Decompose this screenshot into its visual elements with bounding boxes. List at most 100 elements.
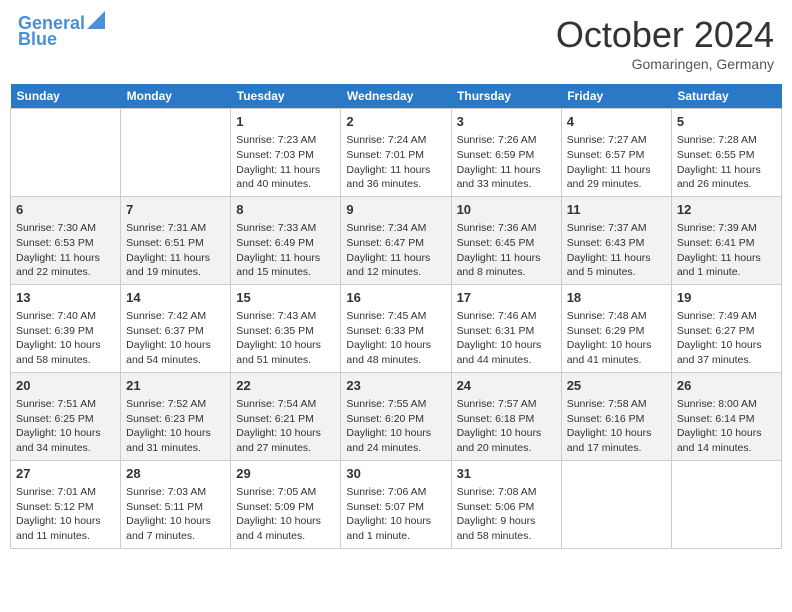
- day-number: 22: [236, 377, 335, 395]
- day-number: 26: [677, 377, 776, 395]
- weekday-header-cell: Saturday: [671, 84, 781, 109]
- day-number: 23: [346, 377, 445, 395]
- day-number: 15: [236, 289, 335, 307]
- day-detail: Sunrise: 7:08 AM Sunset: 5:06 PM Dayligh…: [457, 485, 556, 544]
- day-number: 18: [567, 289, 666, 307]
- calendar-cell: 26Sunrise: 8:00 AM Sunset: 6:14 PM Dayli…: [671, 372, 781, 460]
- day-number: 10: [457, 201, 556, 219]
- title-block: October 2024 Gomaringen, Germany: [556, 14, 774, 72]
- day-detail: Sunrise: 7:24 AM Sunset: 7:01 PM Dayligh…: [346, 133, 445, 192]
- day-number: 8: [236, 201, 335, 219]
- day-detail: Sunrise: 7:26 AM Sunset: 6:59 PM Dayligh…: [457, 133, 556, 192]
- day-detail: Sunrise: 7:39 AM Sunset: 6:41 PM Dayligh…: [677, 221, 776, 280]
- calendar-cell: 10 Sunrise: 7:36 AM Sunset: 6:45 PM Dayli…: [451, 196, 561, 284]
- calendar-cell: 19 Sunrise: 7:49 AM Sunset: 6:27 PM Dayli…: [671, 284, 781, 372]
- day-detail: Sunrise: 7:43 AM Sunset: 6:35 PM Dayligh…: [236, 309, 335, 368]
- day-detail: Sunrise: 7:31 AM Sunset: 6:51 PM Dayligh…: [126, 221, 225, 280]
- day-number: 7: [126, 201, 225, 219]
- day-detail: Sunrise: 7:27 AM Sunset: 6:57 PM Dayligh…: [567, 133, 666, 192]
- day-number: 9: [346, 201, 445, 219]
- day-number: 20: [16, 377, 115, 395]
- weekday-header-row: SundayMondayTuesdayWednesdayThursdayFrid…: [11, 84, 782, 109]
- day-detail: Sunrise: 7:30 AM Sunset: 6:53 PM Dayligh…: [16, 221, 115, 280]
- day-detail: Sunrise: 7:49 AM Sunset: 6:27 PM Dayligh…: [677, 309, 776, 368]
- day-number: 3: [457, 113, 556, 131]
- calendar-cell: 12 Sunrise: 7:39 AM Sunset: 6:41 PM Dayli…: [671, 196, 781, 284]
- calendar-cell: 4Sunrise: 7:27 AM Sunset: 6:57 PM Daylig…: [561, 109, 671, 197]
- day-detail: Sunrise: 7:40 AM Sunset: 6:39 PM Dayligh…: [16, 309, 115, 368]
- day-number: 30: [346, 465, 445, 483]
- day-detail: Sunrise: 7:55 AM Sunset: 6:20 PM Dayligh…: [346, 397, 445, 456]
- calendar-week-row: 13 Sunrise: 7:40 AM Sunset: 6:39 PM Dayli…: [11, 284, 782, 372]
- day-number: 27: [16, 465, 115, 483]
- calendar-cell: 20Sunrise: 7:51 AM Sunset: 6:25 PM Dayli…: [11, 372, 121, 460]
- calendar-cell: 21Sunrise: 7:52 AM Sunset: 6:23 PM Dayli…: [121, 372, 231, 460]
- calendar-cell: 5Sunrise: 7:28 AM Sunset: 6:55 PM Daylig…: [671, 109, 781, 197]
- day-number: 29: [236, 465, 335, 483]
- calendar-week-row: 20Sunrise: 7:51 AM Sunset: 6:25 PM Dayli…: [11, 372, 782, 460]
- calendar-cell: 27 Sunrise: 7:01 AM Sunset: 5:12 PM Dayli…: [11, 460, 121, 548]
- calendar-table: SundayMondayTuesdayWednesdayThursdayFrid…: [10, 84, 782, 549]
- logo-text-blue: Blue: [18, 30, 57, 50]
- day-number: 5: [677, 113, 776, 131]
- day-detail: Sunrise: 7:46 AM Sunset: 6:31 PM Dayligh…: [457, 309, 556, 368]
- weekday-header-cell: Monday: [121, 84, 231, 109]
- day-detail: Sunrise: 7:45 AM Sunset: 6:33 PM Dayligh…: [346, 309, 445, 368]
- calendar-cell: 15 Sunrise: 7:43 AM Sunset: 6:35 PM Dayli…: [231, 284, 341, 372]
- calendar-cell: 25 Sunrise: 7:58 AM Sunset: 6:16 PM Dayli…: [561, 372, 671, 460]
- weekday-header-cell: Friday: [561, 84, 671, 109]
- day-number: 2: [346, 113, 445, 131]
- page-header: General Blue October 2024 Gomaringen, Ge…: [10, 10, 782, 76]
- calendar-cell: 7 Sunrise: 7:31 AM Sunset: 6:51 PM Daylig…: [121, 196, 231, 284]
- calendar-cell: 8Sunrise: 7:33 AM Sunset: 6:49 PM Daylig…: [231, 196, 341, 284]
- calendar-cell: [11, 109, 121, 197]
- calendar-cell: 14 Sunrise: 7:42 AM Sunset: 6:37 PM Dayli…: [121, 284, 231, 372]
- day-number: 24: [457, 377, 556, 395]
- day-number: 6: [16, 201, 115, 219]
- day-detail: Sunrise: 7:48 AM Sunset: 6:29 PM Dayligh…: [567, 309, 666, 368]
- weekday-header-cell: Wednesday: [341, 84, 451, 109]
- day-detail: Sunrise: 7:23 AM Sunset: 7:03 PM Dayligh…: [236, 133, 335, 192]
- day-number: 13: [16, 289, 115, 307]
- calendar-cell: 23 Sunrise: 7:55 AM Sunset: 6:20 PM Dayli…: [341, 372, 451, 460]
- weekday-header-cell: Sunday: [11, 84, 121, 109]
- calendar-cell: 2 Sunrise: 7:24 AM Sunset: 7:01 PM Daylig…: [341, 109, 451, 197]
- day-number: 17: [457, 289, 556, 307]
- day-number: 14: [126, 289, 225, 307]
- calendar-cell: 13 Sunrise: 7:40 AM Sunset: 6:39 PM Dayli…: [11, 284, 121, 372]
- day-detail: Sunrise: 7:06 AM Sunset: 5:07 PM Dayligh…: [346, 485, 445, 544]
- calendar-cell: 6 Sunrise: 7:30 AM Sunset: 6:53 PM Daylig…: [11, 196, 121, 284]
- day-detail: Sunrise: 7:01 AM Sunset: 5:12 PM Dayligh…: [16, 485, 115, 544]
- calendar-cell: 30 Sunrise: 7:06 AM Sunset: 5:07 PM Dayli…: [341, 460, 451, 548]
- calendar-cell: 31 Sunrise: 7:08 AM Sunset: 5:06 PM Dayli…: [451, 460, 561, 548]
- day-detail: Sunrise: 7:58 AM Sunset: 6:16 PM Dayligh…: [567, 397, 666, 456]
- day-detail: Sunrise: 7:05 AM Sunset: 5:09 PM Dayligh…: [236, 485, 335, 544]
- calendar-cell: 1Sunrise: 7:23 AM Sunset: 7:03 PM Daylig…: [231, 109, 341, 197]
- calendar-cell: 29 Sunrise: 7:05 AM Sunset: 5:09 PM Dayli…: [231, 460, 341, 548]
- calendar-body: 1Sunrise: 7:23 AM Sunset: 7:03 PM Daylig…: [11, 109, 782, 549]
- calendar-cell: 17 Sunrise: 7:46 AM Sunset: 6:31 PM Dayli…: [451, 284, 561, 372]
- day-number: 28: [126, 465, 225, 483]
- day-number: 16: [346, 289, 445, 307]
- day-detail: Sunrise: 7:42 AM Sunset: 6:37 PM Dayligh…: [126, 309, 225, 368]
- day-detail: Sunrise: 7:36 AM Sunset: 6:45 PM Dayligh…: [457, 221, 556, 280]
- calendar-cell: 3 Sunrise: 7:26 AM Sunset: 6:59 PM Daylig…: [451, 109, 561, 197]
- day-number: 31: [457, 465, 556, 483]
- calendar-cell: [121, 109, 231, 197]
- calendar-cell: 18 Sunrise: 7:48 AM Sunset: 6:29 PM Dayli…: [561, 284, 671, 372]
- day-number: 19: [677, 289, 776, 307]
- calendar-cell: [671, 460, 781, 548]
- calendar-cell: 9Sunrise: 7:34 AM Sunset: 6:47 PM Daylig…: [341, 196, 451, 284]
- calendar-week-row: 1Sunrise: 7:23 AM Sunset: 7:03 PM Daylig…: [11, 109, 782, 197]
- calendar-cell: 16 Sunrise: 7:45 AM Sunset: 6:33 PM Dayli…: [341, 284, 451, 372]
- weekday-header-cell: Tuesday: [231, 84, 341, 109]
- day-number: 12: [677, 201, 776, 219]
- calendar-week-row: 6 Sunrise: 7:30 AM Sunset: 6:53 PM Daylig…: [11, 196, 782, 284]
- day-detail: Sunrise: 7:54 AM Sunset: 6:21 PM Dayligh…: [236, 397, 335, 456]
- day-number: 21: [126, 377, 225, 395]
- logo-icon: [87, 11, 105, 29]
- day-detail: Sunrise: 7:57 AM Sunset: 6:18 PM Dayligh…: [457, 397, 556, 456]
- calendar-cell: [561, 460, 671, 548]
- day-number: 25: [567, 377, 666, 395]
- calendar-week-row: 27 Sunrise: 7:01 AM Sunset: 5:12 PM Dayli…: [11, 460, 782, 548]
